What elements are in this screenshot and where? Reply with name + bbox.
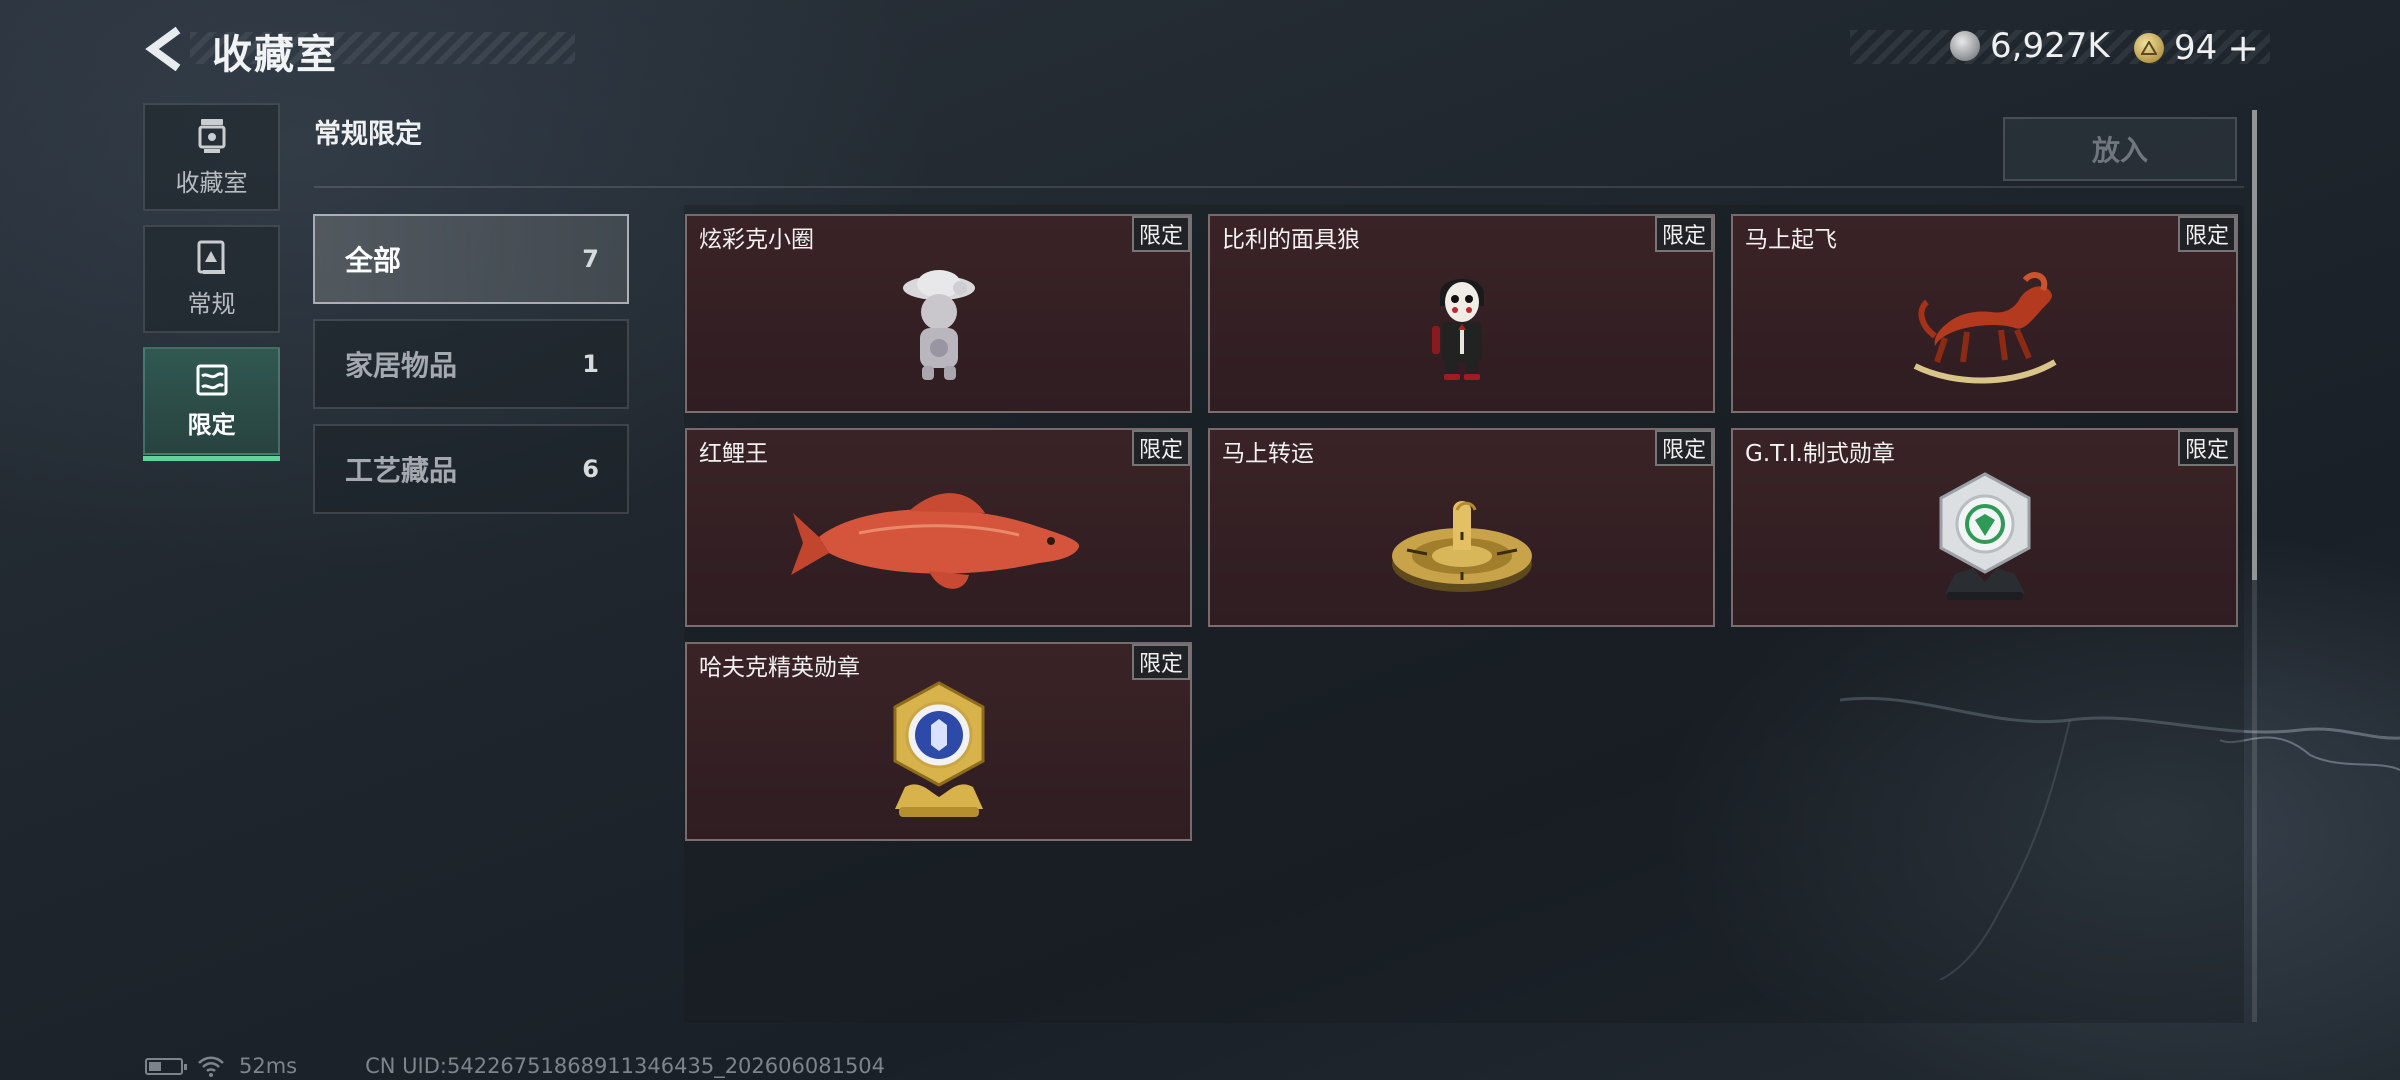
sidebar-item-regular[interactable]: 常规 [143, 225, 280, 333]
silver-coin-icon [1950, 31, 1980, 61]
rocking-horse-icon [1913, 271, 2057, 384]
uid-text: CN UID:54226751868911346435_202606081504 [365, 1054, 886, 1078]
item-card[interactable]: 马上转运 限定 [1208, 428, 1715, 627]
active-indicator [143, 456, 280, 461]
wifi-icon [198, 1056, 224, 1077]
silver-medal-icon [1939, 471, 2030, 600]
back-arrow-icon [145, 26, 181, 72]
status-footer: 52ms CN UID:54226751868911346435_2026060… [145, 1054, 885, 1078]
gold-currency-value: 94 [2174, 28, 2218, 68]
doll-figurine-icon [902, 269, 975, 380]
page-title: 收藏室 [212, 32, 338, 78]
sidebar-item-collection[interactable]: 收藏室 [143, 103, 280, 211]
category-home[interactable]: 家居物品 1 [313, 319, 629, 409]
gold-medal-icon [893, 680, 984, 817]
item-card[interactable]: 炫彩克小圈 限定 [685, 214, 1192, 413]
carp-fish-icon [790, 492, 1079, 589]
ping-value: 52ms [239, 1054, 298, 1078]
silver-currency-value: 6,927K [1990, 26, 2110, 66]
sidebar-item-label: 限定 [187, 410, 236, 439]
item-card[interactable]: 马上起飞 限定 [1731, 214, 2238, 413]
puppet-figure-icon [1431, 278, 1484, 380]
book-icon [197, 240, 225, 274]
category-name: 工艺藏品 [345, 454, 458, 487]
section-divider [314, 186, 2244, 188]
section-title: 常规限定 [314, 119, 422, 150]
item-card[interactable]: 红鲤王 限定 [685, 428, 1192, 627]
item-card[interactable]: G.T.I.制式勋章 限定 [1731, 428, 2238, 627]
item-card[interactable]: 哈夫克精英勋章 限定 [685, 642, 1192, 841]
back-button[interactable] [140, 24, 190, 74]
sidebar-item-label: 收藏室 [175, 168, 248, 197]
category-name: 家居物品 [345, 349, 458, 382]
trophy-icon [198, 118, 225, 153]
put-in-button[interactable]: 放入 [2003, 117, 2237, 181]
image-icon [196, 364, 227, 395]
gold-coin-icon [2134, 33, 2164, 63]
silver-currency: 6,927K [1950, 26, 2110, 66]
category-craft[interactable]: 工艺藏品 6 [313, 424, 629, 514]
scrollbar-thumb[interactable] [2252, 110, 2257, 580]
category-all[interactable]: 全部 7 [313, 214, 629, 304]
scrollbar[interactable] [2252, 110, 2257, 1022]
category-count: 6 [582, 455, 599, 483]
category-count: 7 [582, 245, 599, 273]
battery-icon [145, 1057, 187, 1075]
add-currency-icon[interactable]: + [2227, 26, 2259, 70]
category-count: 1 [582, 350, 599, 378]
item-card[interactable]: 比利的面具狼 限定 [1208, 214, 1715, 413]
category-name: 全部 [345, 244, 402, 277]
sidebar-item-label: 常规 [187, 289, 236, 318]
sidebar-item-limited[interactable]: 限定 [143, 347, 280, 461]
gold-currency[interactable]: 94 + [2134, 26, 2259, 70]
gold-disc-icon [1391, 500, 1532, 592]
